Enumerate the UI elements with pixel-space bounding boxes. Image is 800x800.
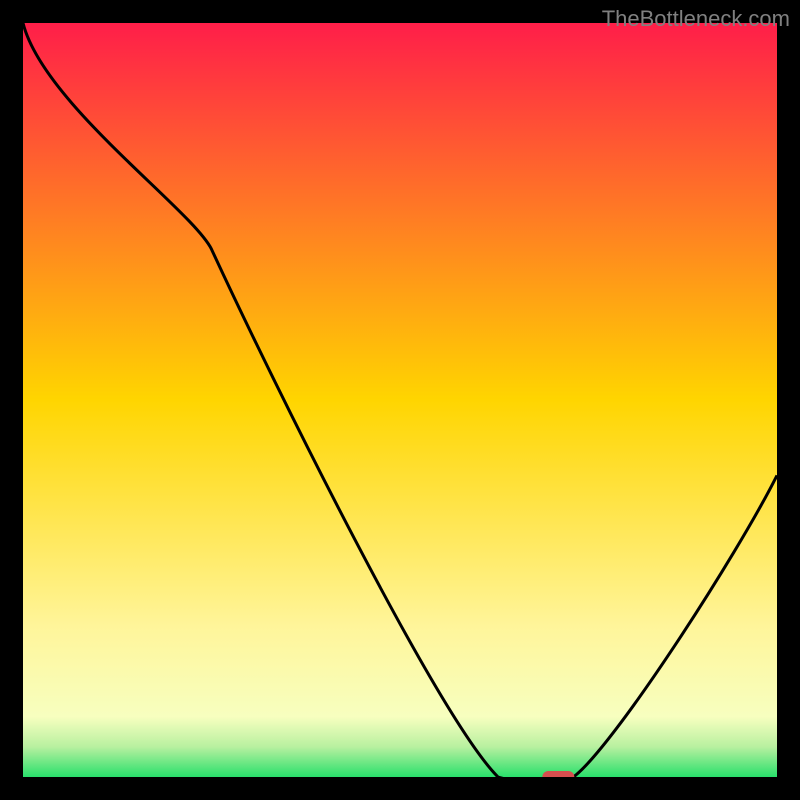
chart-svg [23, 23, 777, 777]
watermark-text: TheBottleneck.com [602, 6, 790, 32]
bottleneck-chart [23, 23, 777, 777]
optimal-marker [542, 771, 574, 777]
